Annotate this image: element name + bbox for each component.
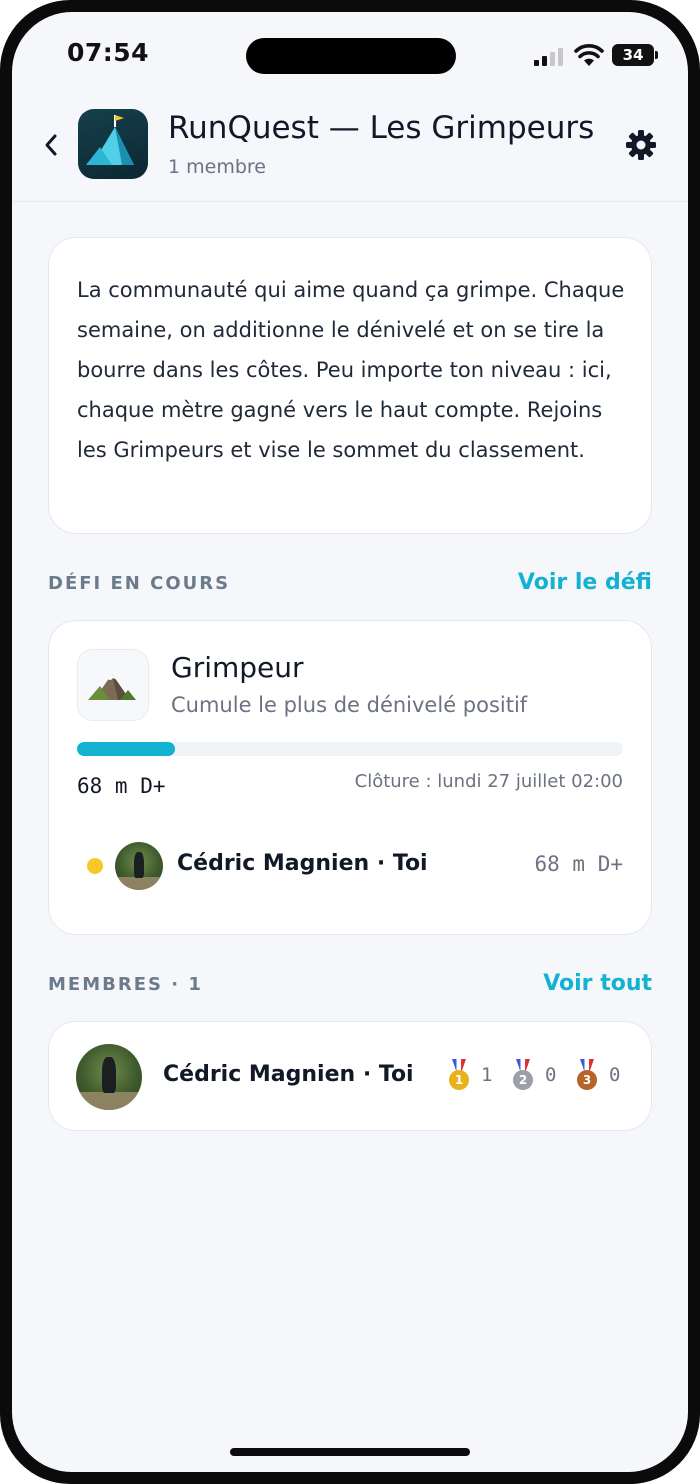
view-all-members-link[interactable]: Voir tout [543,971,652,996]
gear-icon[interactable] [624,128,658,162]
battery-cap [655,51,658,59]
silver-medal-count: 0 [545,1064,557,1086]
leader-value: 68 m D+ [534,852,623,876]
challenge-section-label: DÉFI EN COURS [48,573,231,594]
home-indicator [230,1448,470,1456]
challenge-value: 68 m D+ [77,774,166,798]
challenge-subtitle: Cumule le plus de dénivelé positif [171,693,528,717]
wifi-icon [574,44,604,66]
members-section-label: MEMBRES · 1 [48,974,203,995]
member-count: 1 membre [168,156,266,178]
bronze-medal-count: 0 [609,1064,621,1086]
gold-medal-icon: 1 [447,1059,471,1093]
group-description-card: La communauté qui aime quand ça grimpe. … [48,237,652,534]
cellular-signal-icon [534,46,566,66]
challenge-title: Grimpeur [171,651,304,684]
view-challenge-link[interactable]: Voir le défi [518,570,652,595]
challenge-closing-date: Clôture : lundi 27 juillet 02:00 [354,771,623,792]
dynamic-island [246,38,456,74]
mountain-icon [88,674,136,700]
gold-medal-count: 1 [481,1064,493,1086]
silver-medal-icon: 2 [511,1059,535,1093]
challenge-icon-box [77,649,149,721]
mountain-flag-icon [86,115,134,165]
header-divider [12,201,688,202]
group-description: La communauté qui aime quand ça grimpe. … [77,278,625,462]
app-screen: 07:54 34 RunQuest — Les Grimpeurs 1 memb… [12,12,688,1472]
group-title: RunQuest — Les Grimpeurs [168,110,595,146]
status-time: 07:54 [67,38,150,67]
phone-frame: 07:54 34 RunQuest — Les Grimpeurs 1 memb… [0,0,700,1484]
battery-icon: 34 [612,44,654,66]
group-avatar [78,109,148,179]
avatar [115,842,163,890]
leader-name: Cédric Magnien · Toi [177,851,428,876]
member-row[interactable]: Cédric Magnien · Toi 1 1 2 0 3 0 [48,1021,652,1131]
avatar [76,1044,142,1110]
leader-rank-dot [87,858,103,874]
challenge-card[interactable]: Grimpeur Cumule le plus de dénivelé posi… [48,620,652,935]
challenge-progress-bar [77,742,623,756]
challenge-progress-fill [77,742,176,756]
bronze-medal-icon: 3 [575,1059,599,1093]
member-name: Cédric Magnien · Toi [163,1062,414,1087]
chevron-left-icon[interactable] [40,130,62,160]
